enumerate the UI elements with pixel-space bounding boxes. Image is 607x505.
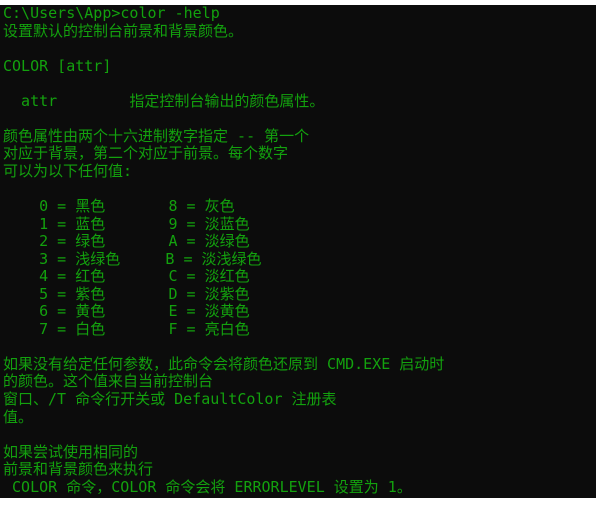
console-line: 颜色属性由两个十六进制数字指定 -- 第一个 <box>3 126 310 145</box>
console-line: 对应于背景，第二个对应于前景。每个数字 <box>3 144 289 163</box>
console-output: C:\Users\App>color -help 设置默认的控制台前景和背景颜色。… <box>3 4 445 496</box>
console-line: 4 = 红色 C = 淡红色 <box>3 267 250 286</box>
console-line: 如果没有给定任何参数，此命令会将颜色还原到 CMD.EXE 启动时 <box>3 354 445 373</box>
console-line: 如果尝试使用相同的 <box>3 442 139 461</box>
console-line: 1 = 蓝色 9 = 淡蓝色 <box>3 214 250 233</box>
console-line: 前景和背景颜色来执行 <box>3 460 154 479</box>
console-line: COLOR 命令，COLOR 命令会将 ERRORLEVEL 设置为 1。 <box>3 477 412 496</box>
console-window[interactable]: C:\Users\App>color -help 设置默认的控制台前景和背景颜色。… <box>0 4 596 498</box>
console-line: 的颜色。这个值来自当前控制台 <box>3 372 214 391</box>
console-line: attr 指定控制台输出的颜色属性。 <box>3 91 325 110</box>
console-line: 3 = 浅绿色 B = 淡浅绿色 <box>3 249 262 268</box>
console-line: C:\Users\App>color -help <box>3 4 220 22</box>
console-line: 窗口、/T 命令行开关或 DefaultColor 注册表 <box>3 390 337 409</box>
console-line: 值。 <box>3 407 34 426</box>
console-line: 2 = 绿色 A = 淡绿色 <box>3 232 250 251</box>
console-line: 可以为以下任何值: <box>3 161 133 180</box>
console-line: 7 = 白色 F = 亮白色 <box>3 319 250 338</box>
console-line: COLOR [attr] <box>3 56 112 75</box>
console-line: 6 = 黄色 E = 淡黄色 <box>3 302 250 321</box>
console-line: 设置默认的控制台前景和背景颜色。 <box>3 21 244 40</box>
console-line: 5 = 紫色 D = 淡紫色 <box>3 284 250 303</box>
console-line: 0 = 黑色 8 = 灰色 <box>3 197 235 216</box>
